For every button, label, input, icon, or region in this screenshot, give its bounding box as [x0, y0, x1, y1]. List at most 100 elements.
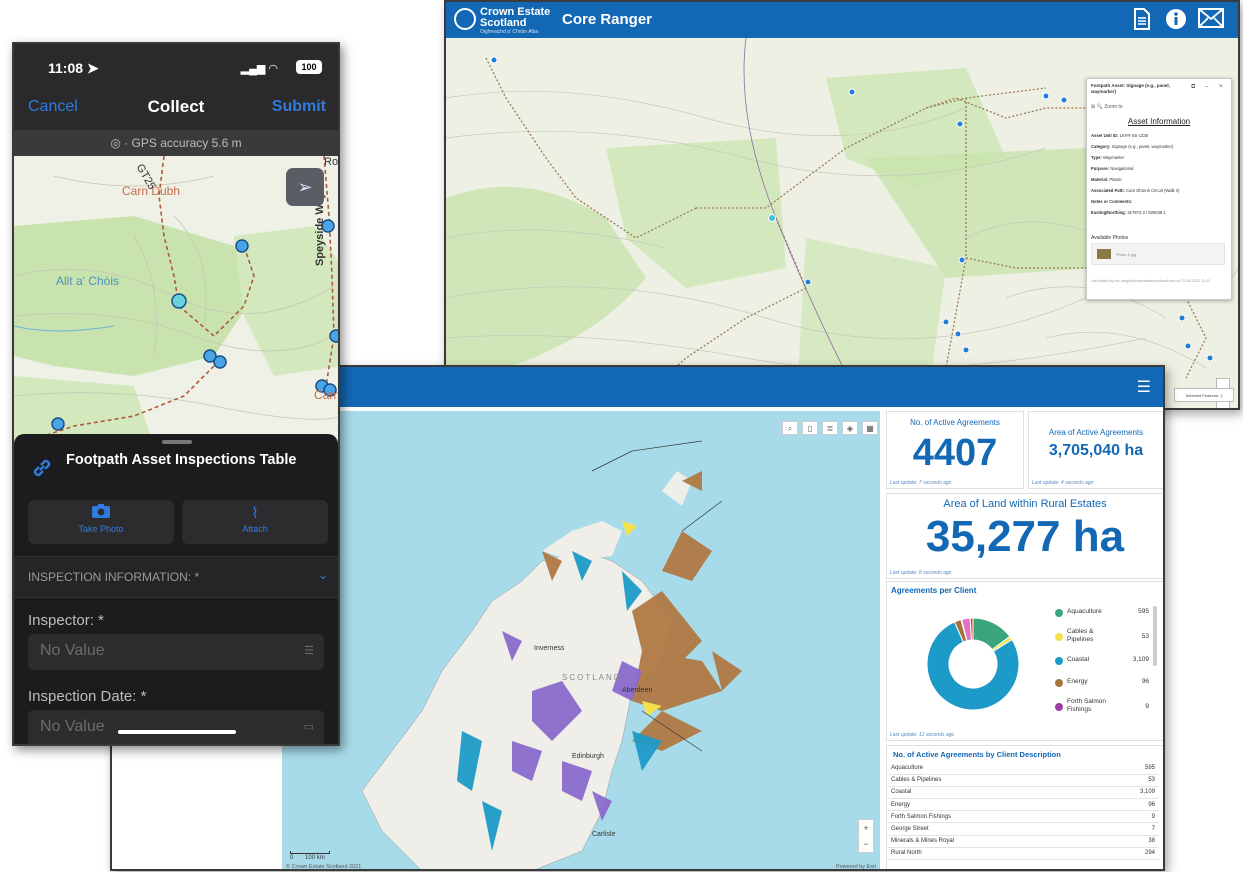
photo-attachment[interactable]: Photo 1.jpg	[1091, 243, 1225, 265]
scotland-map-canvas	[282, 411, 880, 869]
row-value: 3,109	[1092, 786, 1159, 800]
legend-label: Aquaculture	[1067, 608, 1102, 615]
photos-title: Available Photos	[1091, 235, 1129, 241]
legend-swatch	[1055, 609, 1063, 617]
area-agreements-updated: Last update: 4 seconds ago	[1032, 480, 1094, 486]
table-row[interactable]: Rural North 294	[887, 847, 1159, 861]
sheet-handle[interactable]	[162, 440, 192, 444]
zoom-out-button[interactable]: −	[859, 836, 873, 852]
time-text: 11:08	[48, 60, 84, 76]
table-row[interactable]: Energy 96	[887, 798, 1159, 812]
legend-label: Energy	[1067, 678, 1088, 685]
take-photo-label: Take Photo	[78, 524, 124, 534]
rural-area-value: 35,277 ha	[925, 512, 1125, 561]
link-icon	[30, 456, 54, 486]
menu-icon[interactable]: ☰	[1137, 377, 1151, 397]
powered-by-esri: Powered by Esri	[835, 864, 876, 870]
layers-icon[interactable]: ◈	[842, 421, 858, 435]
zoom-control[interactable]: + −	[858, 819, 874, 853]
legend-icon[interactable]: ≣	[822, 421, 838, 435]
photo-thumbnail	[1097, 249, 1111, 259]
row-value: 38	[1092, 835, 1159, 848]
map-label-ro: Ro	[324, 156, 339, 168]
row-value: 53	[1092, 774, 1159, 787]
submit-button[interactable]: Submit	[272, 98, 326, 116]
legend-swatch	[1055, 633, 1063, 641]
inspection-section-header[interactable]: INSPECTION INFORMATION: * ⌄	[14, 556, 338, 598]
ranger-map[interactable]: Footpath Asset: Signage (e.g., panel, wa…	[446, 37, 1238, 408]
table-row[interactable]: Aquaculture 595	[887, 762, 1159, 775]
map-label-allt: Allt a' Chòis	[56, 274, 119, 288]
row-label: Rural North	[887, 847, 1093, 861]
popup-row: Easting/Northing: 317872.3 / 825639.1	[1091, 210, 1166, 215]
legend-value: 595	[1138, 608, 1149, 615]
minimize-icon[interactable]: –	[1205, 84, 1208, 90]
table-row[interactable]: Cables & Pipelines 53	[887, 774, 1159, 787]
table-name: Footpath Asset Inspections Table	[66, 452, 297, 468]
photo-name: Photo 1.jpg	[1116, 252, 1137, 257]
popup-row: Category: Signage (e.g., panel, waymarke…	[1091, 144, 1174, 149]
donut-chart	[926, 617, 1020, 711]
chevron-down-icon[interactable]: ⌄	[318, 568, 328, 582]
agreements-table: Aquaculture 595 Cables & Pipelines 53 Coas…	[887, 762, 1159, 861]
inspector-label: Inspector: *	[28, 612, 104, 629]
row-value: 96	[1092, 798, 1159, 812]
bookmark-icon[interactable]: ▯	[802, 421, 818, 435]
document-icon[interactable]	[1130, 8, 1154, 32]
popup-row: Notes or Comments:	[1091, 199, 1133, 204]
zoom-in-button[interactable]: +	[859, 820, 873, 836]
agreements-by-description-card: No. of Active Agreements by Client Descr…	[886, 745, 1163, 869]
search-icon[interactable]: ⌕	[782, 421, 798, 435]
popup-heading: Asset Information	[1127, 117, 1191, 126]
area-agreements-card: Area of Active Agreements 3,705,040 ha L…	[1028, 411, 1163, 489]
take-photo-button[interactable]: Take Photo	[28, 500, 174, 544]
table-row[interactable]: Coastal 3,109	[887, 786, 1159, 800]
logo-subtitle: Oighreachd a' Chrùin Alba	[480, 29, 539, 35]
locate-me-button[interactable]: ➢	[286, 168, 324, 206]
mail-icon[interactable]	[1198, 8, 1224, 32]
info-icon[interactable]	[1164, 8, 1188, 32]
active-agreements-updated: Last update: 7 seconds ago	[890, 480, 952, 486]
map-label-inverness: Inverness	[534, 645, 565, 652]
gps-accuracy-text: GPS accuracy 5.6 m	[131, 136, 242, 150]
inspection-date-field[interactable]: No Value ▭	[28, 710, 324, 744]
nav-bar: Cancel Collect Submit	[14, 94, 338, 130]
scale-km: 100 km	[305, 855, 325, 861]
table-row[interactable]: Forth Salmon Fishings 9	[887, 810, 1159, 824]
rural-area-updated: Last update: 8 seconds ago	[890, 570, 952, 576]
gps-icon: ◎	[110, 136, 121, 150]
table-row[interactable]: George Street 7	[887, 822, 1159, 836]
dashboard-map[interactable]: Inverness SCOTLAND Aberdeen Edinburgh Ca…	[282, 411, 880, 870]
scale-zero: 0	[290, 855, 294, 861]
asset-popup: Footpath Asset: Signage (e.g., panel, wa…	[1086, 78, 1232, 300]
core-ranger-window: Crown Estate Scotland Oighreachd a' Chrù…	[444, 0, 1240, 410]
selected-features-label[interactable]: Selected Features: 1	[1174, 388, 1234, 402]
list-icon: ☰	[304, 645, 314, 657]
inspection-date-value: No Value	[40, 718, 105, 735]
dock-icon[interactable]: ⧉	[1191, 84, 1195, 91]
attach-label: Attach	[242, 524, 268, 534]
per-client-title: Agreements per Client	[891, 586, 977, 595]
attach-button[interactable]: ⌇ Attach	[182, 500, 328, 544]
legend-scrollbar[interactable]	[1153, 606, 1157, 666]
row-value: 294	[1092, 847, 1159, 861]
per-client-updated: Last update: 12 seconds ago	[890, 732, 955, 738]
rural-area-title: Area of Land within Rural Estates	[943, 498, 1107, 510]
zoom-to-button[interactable]: ⊞ 🔍 Zoom to	[1091, 104, 1123, 110]
popup-row: Asset Unit ID: LKFR-SS-1336	[1091, 133, 1149, 138]
map-copyright: © Crown Estate Scotland 2021	[286, 864, 362, 870]
basemap-icon[interactable]: ▦	[862, 421, 878, 435]
area-agreements-value: 3,705,040 ha	[1048, 442, 1144, 459]
status-time: 11:08 ➤	[48, 60, 99, 77]
gps-accuracy-bar: ◎ · GPS accuracy 5.6 m	[14, 130, 338, 156]
map-label-aberdeen: Aberdeen	[622, 687, 653, 694]
form-sheet: Footpath Asset Inspections Table Take Ph…	[14, 434, 338, 744]
table-row[interactable]: Minerals & Mines Royal 38	[887, 835, 1159, 848]
legend-label: Coastal	[1067, 656, 1090, 663]
inspector-field[interactable]: No Value ☰	[28, 634, 324, 670]
row-label: Cables & Pipelines	[887, 774, 1093, 787]
status-bar: 11:08 ➤ ▂▄▆ ◠ 100	[14, 44, 338, 94]
legend-swatch	[1055, 679, 1063, 687]
close-icon[interactable]: ×	[1219, 84, 1223, 90]
logo-text: Crown Estate Scotland	[480, 7, 550, 29]
